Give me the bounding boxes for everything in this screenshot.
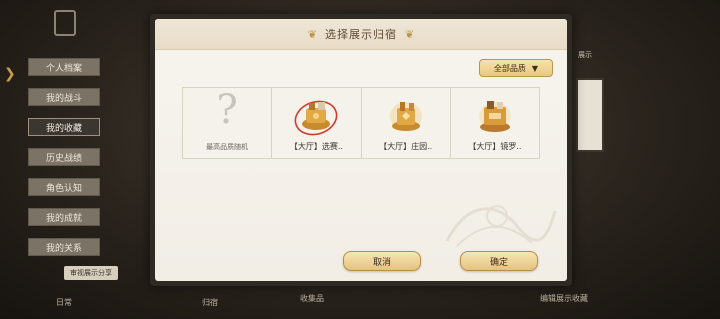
sidebar-item-achievement[interactable]: 我的成就 bbox=[28, 208, 100, 226]
item-random-highest[interactable]: ? 最高品质随机 bbox=[183, 87, 273, 158]
item-hall-book[interactable]: 【大厅】镜罗.. bbox=[451, 88, 539, 158]
item-label: 【大厅】庄园.. bbox=[379, 142, 433, 151]
sidebar-item-profile[interactable]: 个人档案 bbox=[28, 58, 100, 76]
question-mark-icon: ? bbox=[216, 87, 238, 133]
manor-emblem-icon bbox=[389, 102, 422, 131]
background-sidebar: ❯ 个人档案 我的战斗 我的收藏 历史战绩 角色认知 我的成就 我的关系 审视展… bbox=[0, 0, 150, 319]
item-hall-trophy[interactable]: 【大厅】选赛.. bbox=[272, 88, 362, 158]
trophy-emblem-icon bbox=[294, 100, 338, 136]
item-grid: ? 最高品质随机 【大厅】选赛.. 【大厅】庄园.. 【大厅】镜罗.. bbox=[182, 87, 540, 159]
item-hall-manor[interactable]: 【大厅】庄园.. bbox=[362, 88, 451, 158]
floral-pattern-decoration bbox=[445, 205, 557, 247]
cancel-label: 取消 bbox=[372, 257, 391, 268]
chevron-down-icon: ▼ bbox=[531, 63, 539, 73]
item-label: 【大厅】镜罗.. bbox=[468, 142, 522, 151]
bottom-label-mid2: 收集品 bbox=[300, 294, 324, 303]
exit-icon bbox=[54, 10, 76, 36]
feather-ornament-icon: ❦ bbox=[307, 27, 317, 41]
dialog-title-bar: ❦ 选择展示归宿 ❦ bbox=[155, 19, 567, 50]
item-label: 【大厅】选赛.. bbox=[289, 142, 343, 151]
feather-ornament-icon: ❦ bbox=[405, 27, 415, 41]
confirm-label: 确定 bbox=[489, 257, 508, 268]
select-showcase-dialog: ❦ 选择展示归宿 ❦ 全部品质 ▼ ? 最高品质随机 【大厅】选赛.. 【大厅】… bbox=[150, 14, 572, 286]
bottom-label-left: 日常 bbox=[56, 298, 72, 307]
bottom-label-mid: 归宿 bbox=[202, 298, 218, 307]
filter-label: 全部品质 bbox=[493, 63, 526, 73]
dialog-title: 选择展示归宿 bbox=[325, 28, 397, 41]
dialog-body: ❦ 选择展示归宿 ❦ 全部品质 ▼ ? 最高品质随机 【大厅】选赛.. 【大厅】… bbox=[155, 19, 567, 281]
book-emblem-icon bbox=[478, 101, 511, 132]
quality-filter-dropdown[interactable]: 全部品质 ▼ bbox=[479, 59, 553, 77]
sidebar-item-battle[interactable]: 我的战斗 bbox=[28, 88, 100, 106]
chevron-right-icon: ❯ bbox=[4, 66, 16, 82]
right-panel-label: 展示 bbox=[578, 51, 592, 59]
confirm-button[interactable]: 确定 bbox=[460, 251, 538, 271]
right-panel-card bbox=[576, 78, 604, 152]
share-tag[interactable]: 审视展示分享 bbox=[64, 266, 118, 280]
cancel-button[interactable]: 取消 bbox=[343, 251, 421, 271]
edit-showcase-link[interactable]: 编辑展示收藏 bbox=[540, 293, 588, 304]
sidebar-item-collection[interactable]: 我的收藏 bbox=[28, 118, 100, 136]
sidebar-item-character[interactable]: 角色认知 bbox=[28, 178, 100, 196]
sidebar-item-history[interactable]: 历史战绩 bbox=[28, 148, 100, 166]
sidebar-item-relations[interactable]: 我的关系 bbox=[28, 238, 100, 256]
item-label: 最高品质随机 bbox=[206, 143, 249, 151]
